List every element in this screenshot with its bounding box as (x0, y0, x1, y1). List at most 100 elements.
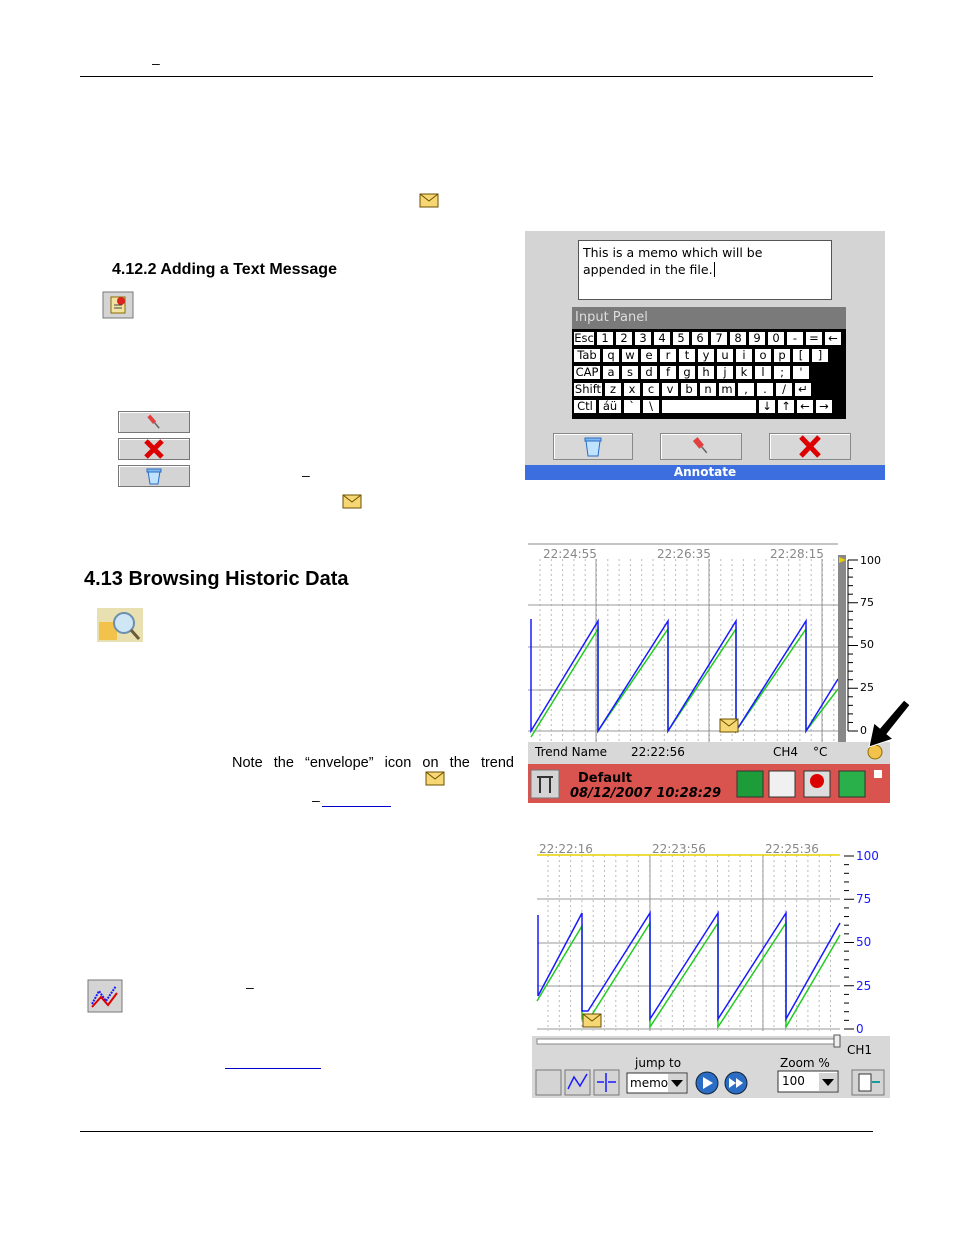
key-char[interactable]: n (699, 382, 717, 397)
scale-label: 0 (856, 1022, 864, 1036)
time-label: 22:22:16 (539, 842, 593, 856)
key-char[interactable]: d (640, 365, 658, 380)
pin-button[interactable] (118, 411, 190, 433)
key-char[interactable]: Esc (573, 331, 595, 346)
key-char[interactable]: i (735, 348, 753, 363)
scrollbar-thumb[interactable] (833, 1034, 841, 1048)
key-char[interactable]: 2 (615, 331, 633, 346)
status-time: 22:22:56 (631, 745, 685, 759)
key-char[interactable]: a (602, 365, 620, 380)
key-char[interactable]: b (680, 382, 698, 397)
pin-icon (692, 437, 708, 454)
key-char[interactable]: [ (792, 348, 810, 363)
trend-screenshot-1: 22:24:55 22:26:35 22:28:15 100 75 50 25 … (528, 537, 890, 803)
key-char[interactable]: s (621, 365, 639, 380)
bin-icon (584, 437, 602, 457)
key-char[interactable]: CAP (573, 365, 601, 380)
key-char[interactable]: p (773, 348, 791, 363)
key-char[interactable]: ← (796, 399, 814, 414)
key-char[interactable]: 5 (672, 331, 690, 346)
clear-memo-button[interactable] (553, 433, 633, 460)
key-char[interactable]: 8 (729, 331, 747, 346)
trend-2-plot: 22:22:16 22:23:56 22:25:36 100 75 50 25 … (532, 831, 890, 1096)
trend-view-icon (87, 979, 123, 1013)
cross-reference-link[interactable] (225, 1068, 321, 1069)
key-char[interactable]: = (805, 331, 823, 346)
key-char[interactable]: c (642, 382, 660, 397)
key-char[interactable]: ← (824, 331, 842, 346)
trend-screenshot-2: 22:22:16 22:23:56 22:25:36 100 75 50 25 … (532, 831, 890, 1098)
key-char[interactable]: ↵ (794, 382, 812, 397)
browse-historic-icon (97, 608, 143, 642)
list-button[interactable] (768, 770, 796, 798)
key-char[interactable]: ' (792, 365, 810, 380)
key-char[interactable]: x (623, 382, 641, 397)
footer-datetime: 08/12/2007 10:28:29 (570, 786, 721, 801)
key-char[interactable]: f (659, 365, 677, 380)
key-char[interactable]: j (716, 365, 734, 380)
cross-reference-link[interactable] (322, 806, 391, 807)
key-char[interactable]: q (602, 348, 620, 363)
key-char[interactable]: ; (773, 365, 791, 380)
envelope-icon (419, 193, 439, 208)
key-char[interactable]: , (737, 382, 755, 397)
input-panel-title: Input Panel (572, 307, 846, 329)
key-char[interactable]: Ctl (573, 399, 597, 414)
time-scrollbar[interactable] (536, 1038, 838, 1045)
key-char[interactable]: z (604, 382, 622, 397)
zoom-label: Zoom % (780, 1056, 830, 1070)
time-label: 22:28:15 (770, 547, 824, 561)
trend-1-plot: 22:24:55 22:26:35 22:28:15 100 75 50 25 … (528, 537, 890, 803)
key-char[interactable]: \ (642, 399, 660, 414)
dash-text: – (246, 979, 254, 995)
key-char[interactable]: h (697, 365, 715, 380)
channel-label: CH1 (847, 1043, 872, 1057)
close-icon (144, 439, 164, 459)
key-char[interactable]: 9 (748, 331, 766, 346)
key-char[interactable]: e (640, 348, 658, 363)
save-button[interactable] (838, 770, 866, 798)
channel-label: CH4 (773, 745, 798, 759)
cancel-memo-button[interactable] (769, 433, 851, 460)
key-char[interactable]: . (756, 382, 774, 397)
note-text: Note the “envelope” icon on the trend (232, 755, 514, 771)
key-char[interactable]: 6 (691, 331, 709, 346)
key-char[interactable]: 1 (596, 331, 614, 346)
scale-label: 25 (856, 979, 871, 993)
clear-button[interactable] (118, 465, 190, 487)
switch-button[interactable] (736, 770, 764, 798)
tools-button[interactable] (535, 1069, 562, 1096)
key-char[interactable]: áü (598, 399, 622, 414)
key-char[interactable]: ↑ (777, 399, 795, 414)
key-char[interactable]: 3 (634, 331, 652, 346)
key-char[interactable]: Tab (573, 348, 601, 363)
key-char[interactable]: → (815, 399, 833, 414)
pin-memo-button[interactable] (660, 433, 742, 460)
key-char[interactable]: 4 (653, 331, 671, 346)
key-char[interactable]: y (697, 348, 715, 363)
cancel-button[interactable] (118, 438, 190, 460)
key-char[interactable]: / (775, 382, 793, 397)
key-char[interactable]: v (661, 382, 679, 397)
key-char[interactable]: k (735, 365, 753, 380)
key-char[interactable]: u (716, 348, 734, 363)
key-char[interactable]: 7 (710, 331, 728, 346)
close-icon (799, 435, 821, 458)
key-char[interactable]: m (718, 382, 736, 397)
tools-button[interactable] (530, 769, 560, 799)
key-char[interactable]: t (678, 348, 696, 363)
key-char[interactable]: r (659, 348, 677, 363)
key-char[interactable]: g (678, 365, 696, 380)
key-char[interactable]: ↓ (758, 399, 776, 414)
section-title-4-12-2: 4.12.2 Adding a Text Message (112, 261, 337, 278)
key-char[interactable]: ] (811, 348, 829, 363)
key-char[interactable]: ` (623, 399, 641, 414)
key-char[interactable]: o (754, 348, 772, 363)
key-char[interactable]: - (786, 331, 804, 346)
memo-textbox[interactable]: This is a memo which will be appended in… (578, 240, 832, 300)
key-char[interactable]: w (621, 348, 639, 363)
key-char[interactable]: Shift (573, 382, 603, 397)
key-space[interactable] (661, 399, 757, 414)
key-char[interactable]: 0 (767, 331, 785, 346)
key-char[interactable]: l (754, 365, 772, 380)
